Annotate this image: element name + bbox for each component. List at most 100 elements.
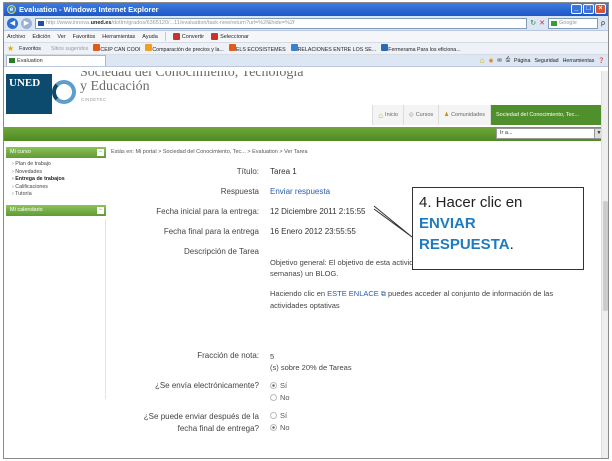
electronic-no-radio[interactable] (270, 394, 277, 401)
sidebar-calendar-header[interactable]: Mi calendario − (6, 204, 106, 216)
title-bar: e Evaluation - Windows Internet Explorer… (4, 3, 608, 16)
electronic-yes-label: Sí (280, 381, 288, 390)
top-nav: ⌂ Inicio ◎ Cursos ♟ Comunidades Sociedad de… (372, 105, 608, 125)
collapse-icon[interactable]: − (97, 149, 104, 156)
sidebar-my-course-label: Mi curso (10, 149, 31, 155)
tab-bar: Evaluation ⌂ ◉ ✉ ⎙ Página Seguridad Herr… (4, 55, 608, 67)
instruction-callout: 4. Hacer clic en ENVIAR RESPUESTA. (412, 187, 584, 270)
menu-ver[interactable]: Ver (57, 34, 65, 40)
send-answer-link[interactable]: Enviar respuesta (270, 187, 330, 196)
sidebar-calendar-label: Mi calendario (10, 206, 43, 213)
search-input[interactable]: Google (548, 17, 599, 29)
late-yes-label: Sí (280, 411, 288, 420)
feeds-icon[interactable]: ◉ (489, 58, 494, 64)
goto-select[interactable]: Ir a... ▼ (496, 128, 604, 139)
search-icon[interactable]: ρ (601, 20, 605, 27)
fav-item-ceip[interactable]: CEIP CAN COOI (93, 44, 140, 53)
print-icon[interactable]: ⎙ (506, 57, 510, 64)
url-rest: /dotlrn/grados/6365120/...11/evaluation/… (111, 19, 295, 26)
select-label: Seleccionar (220, 33, 249, 40)
fav-label: Fermerama Para los eficiona... (388, 47, 461, 53)
communities-icon: ♟ (444, 112, 450, 118)
nav-active-course[interactable]: Sociedad del Conocimiento, Tec... (490, 105, 608, 125)
task-late-label: ¿Se puede enviar después de la fecha fin… (144, 411, 259, 435)
late-no-radio[interactable] (270, 424, 277, 431)
nav-courses[interactable]: ◎ Cursos (402, 105, 439, 125)
sidebar-item-entrega[interactable]: Entrega de trabajos (12, 176, 106, 184)
sidebar-item-novedades[interactable]: Novedades (12, 169, 106, 177)
page-menu[interactable]: Página (514, 58, 531, 64)
task-grade-value-block: 5 (s) sobre 20% de Tareas (270, 351, 570, 373)
task-answer-label: Respuesta (220, 187, 259, 196)
security-menu[interactable]: Seguridad (534, 58, 558, 64)
sidebar-divider (6, 218, 106, 399)
back-button[interactable]: ◀ (7, 17, 18, 29)
fav-item-relaciones[interactable]: RELACIONES ENTRE LOS SE... (290, 44, 376, 53)
address-bar: ◀ ▶ http://www.innova.uned.es/dotlrn/gra… (4, 16, 608, 31)
task-start-label: Fecha inicial para la entrega: (156, 207, 259, 216)
menu-herramientas[interactable]: Herramientas (102, 34, 135, 40)
nav-communities[interactable]: ♟ Comunidades (438, 105, 490, 125)
site-icon (228, 44, 236, 51)
vertical-scrollbar[interactable] (601, 71, 608, 458)
courses-icon: ◎ (408, 112, 414, 118)
sidebar-item-tutoria[interactable]: Tutoría (12, 191, 106, 199)
fav-item-ecosistemes[interactable]: ELS ECOSISTEMES (228, 44, 286, 53)
este-enlace-link[interactable]: ESTE ENLACE (327, 289, 379, 298)
ie-logo-icon: e (7, 5, 16, 14)
menu-edicion[interactable]: Edición (32, 34, 50, 40)
green-bar: Ir a... ▼ (4, 127, 608, 141)
tools-menu[interactable]: Herramientas (563, 58, 595, 64)
fav-item-fermerama[interactable]: Fermerama Para los eficiona... (381, 44, 461, 53)
task-title-label: Título: (236, 167, 259, 176)
suggested-sites[interactable]: Sitios sugeridos (51, 46, 88, 52)
tab-evaluation[interactable]: Evaluation (6, 55, 106, 66)
menu-archivo[interactable]: Archivo (7, 34, 25, 40)
task-late-label-line2: fecha final de entrega? (177, 424, 259, 433)
url-prefix: http://www.innova. (46, 19, 91, 26)
fav-item-comparacion[interactable]: Comparación de precios y la... (145, 44, 224, 53)
refresh-icon[interactable]: ↻ (530, 19, 536, 27)
scrollbar-thumb[interactable] (603, 201, 608, 311)
favorites-button[interactable]: Favoritos (19, 46, 41, 52)
sidebar-item-plan[interactable]: Plan de trabajo (12, 161, 106, 169)
sidebar-item-calificaciones[interactable]: Calificaciones (12, 184, 106, 192)
nav-courses-label: Cursos (415, 112, 434, 118)
convert-button[interactable]: Convertir (172, 33, 205, 40)
help-icon[interactable]: ❓ (598, 58, 605, 64)
external-link-icon: ⧉ (380, 291, 386, 298)
url-input[interactable]: http://www.innova.uned.es/dotlrn/grados/… (35, 17, 528, 29)
task-end-value: 16 Enero 2012 23:55:55 (270, 227, 356, 236)
fav-label: Comparación de precios y la... (152, 47, 224, 53)
minimize-button[interactable]: _ (571, 4, 582, 14)
late-radio-group: Sí No (270, 410, 570, 434)
select-button[interactable]: Seleccionar (211, 33, 249, 40)
forward-button[interactable]: ▶ (21, 17, 32, 29)
late-yes-radio[interactable] (270, 412, 277, 419)
collapse-icon[interactable]: − (97, 206, 104, 214)
goto-select-value: Ir a... (500, 130, 513, 136)
url-domain: uned.es (90, 19, 112, 26)
stop-icon[interactable]: ✕ (539, 19, 545, 27)
favorites-star-icon: ★ (7, 44, 15, 53)
close-button[interactable]: × (595, 4, 606, 14)
callout-text: 4. Hacer clic en (419, 194, 523, 211)
nav-home[interactable]: ⌂ Inicio (372, 105, 403, 125)
site-title: Sociedad del Conocimiento, Tecnología y … (80, 71, 304, 94)
electronic-radio-group: Sí No (270, 380, 570, 404)
task-title-value: Tarea 1 (270, 167, 297, 176)
late-no-label: No (280, 423, 290, 432)
fav-label: CEIP CAN COOI (100, 47, 141, 53)
mail-icon[interactable]: ✉ (497, 58, 501, 64)
electronic-yes-radio[interactable] (270, 382, 277, 389)
site-subtitle: CINDETEC (81, 97, 107, 102)
task-late-row: ¿Se puede enviar después de la fecha fin… (111, 407, 591, 437)
uned-logo[interactable]: UNED (6, 74, 52, 114)
convert-label: Convertir (181, 33, 205, 40)
sidebar-my-course-header[interactable]: Mi curso − (6, 147, 106, 158)
menu-favoritos[interactable]: Favoritos (73, 34, 96, 40)
maximize-button[interactable]: □ (583, 4, 594, 14)
menu-ayuda[interactable]: Ayuda (142, 34, 158, 40)
select-icon (211, 33, 219, 40)
home-icon[interactable]: ⌂ (480, 56, 485, 65)
